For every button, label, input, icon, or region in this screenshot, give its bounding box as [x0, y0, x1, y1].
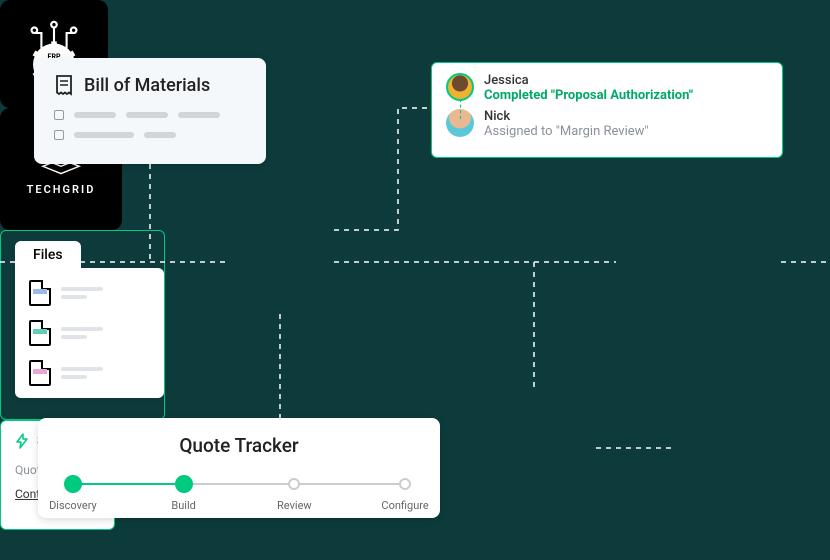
file-icon [29, 360, 51, 386]
receipt-icon [54, 74, 74, 96]
files-tab[interactable]: Files [15, 241, 81, 269]
file-row [29, 320, 150, 346]
user-name: Jessica [484, 73, 693, 88]
step-dot-review [288, 478, 300, 490]
step-label: Discovery [49, 499, 97, 512]
bom-title: Bill of Materials [84, 75, 210, 96]
user-status: Assigned to "Margin Review" [484, 124, 649, 139]
techgrid-label: TECHGRID [27, 183, 96, 196]
quote-tracker-title: Quote Tracker [66, 434, 412, 457]
file-icon [29, 320, 51, 346]
user-name: Nick [484, 109, 649, 124]
files-card: Files [0, 230, 165, 420]
step-label: Review [277, 499, 312, 512]
quote-tracker-card: Quote Tracker Discovery Build Review Con… [38, 418, 440, 518]
workflow-row-jessica: Jessica Completed "Proposal Authorizatio… [446, 73, 768, 103]
step-label: Configure [381, 499, 428, 512]
bom-row [54, 110, 246, 120]
user-status: Completed "Proposal Authorization" [484, 88, 693, 103]
workflow-row-nick: Nick Assigned to "Margin Review" [446, 109, 768, 139]
bill-of-materials-card: Bill of Materials [34, 58, 266, 164]
file-icon [29, 280, 51, 306]
step-dot-discovery [64, 475, 82, 493]
avatar [446, 73, 474, 101]
step-dot-build [175, 475, 193, 493]
file-row [29, 360, 150, 386]
bolt-icon [15, 433, 29, 449]
workflow-card: Jessica Completed "Proposal Authorizatio… [431, 62, 783, 158]
step-label: Build [171, 499, 195, 512]
step-dot-configure [399, 478, 411, 490]
file-row [29, 280, 150, 306]
bom-row [54, 130, 246, 140]
